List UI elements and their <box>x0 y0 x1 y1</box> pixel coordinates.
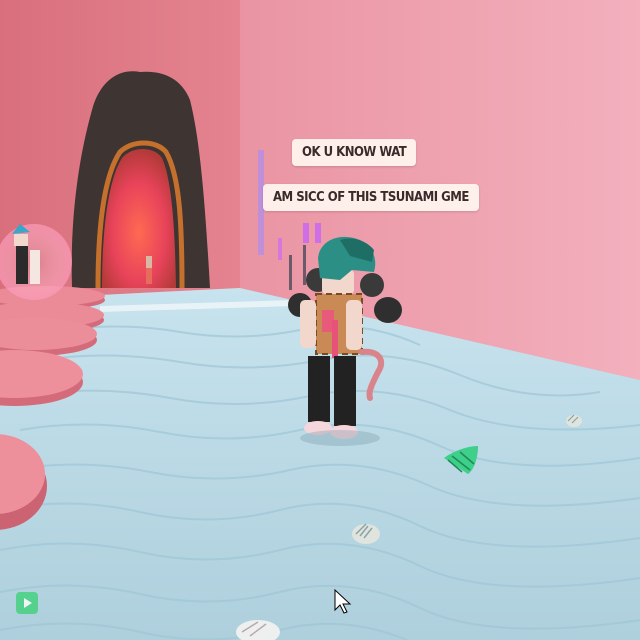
game-viewport[interactable] <box>0 0 640 640</box>
chat-bubble: OK U KNOW WAT <box>292 139 417 166</box>
seashell-icon[interactable] <box>352 523 380 544</box>
seashell-icon[interactable] <box>566 414 582 427</box>
distant-player[interactable] <box>146 256 152 284</box>
chat-bubble: AM SICC OF THIS TSUNAMI GME <box>263 184 479 211</box>
record-icon <box>16 592 38 614</box>
